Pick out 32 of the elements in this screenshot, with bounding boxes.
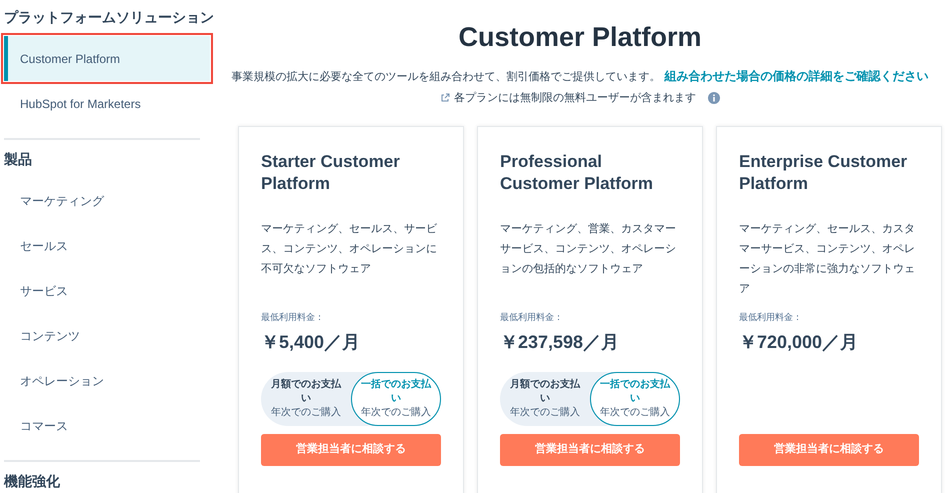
price-label: 最低利用料金： xyxy=(261,311,325,324)
sidebar-heading: 製品 xyxy=(4,150,33,168)
plan-name: Enterprise Customer Platform xyxy=(739,151,908,195)
sidebar-item[interactable]: セールス xyxy=(4,223,210,268)
billing-option[interactable]: 一括でのお支払い 年次でのご購入 xyxy=(351,372,441,426)
pricing-details-link[interactable]: 組み合わせた場合の価格の詳細をご確認ください xyxy=(664,67,928,85)
plan-price: ￥237,598／月 xyxy=(500,330,620,354)
plan-name: Starter Customer Platform xyxy=(261,151,401,195)
plan-price: ￥720,000／月 xyxy=(739,330,860,354)
sidebar-item[interactable]: マーケティング xyxy=(4,178,210,223)
sidebar-item[interactable]: Customer Platform xyxy=(4,36,210,81)
price-label: 最低利用料金： xyxy=(500,311,564,324)
note-text: 各プランには無制限の無料ユーザーが含まれます xyxy=(454,90,696,106)
sidebar-heading: 機能強化 xyxy=(4,472,61,490)
sidebar-item[interactable]: コマース xyxy=(4,403,210,448)
billing-option[interactable]: 一括でのお支払い 年次でのご購入 xyxy=(590,372,680,426)
plan-price: ￥5,400／月 xyxy=(261,330,362,354)
sidebar-item[interactable]: HubSpot for Marketers xyxy=(4,81,210,126)
page-title: Customer Platform xyxy=(458,24,702,51)
plan-description: マーケティング、セールス、サービス、コンテンツ、オペレーションに不可欠なソフトウェア xyxy=(261,222,438,277)
external-link-icon xyxy=(440,92,450,103)
sidebar-item[interactable]: コンテンツ xyxy=(4,313,210,358)
billing-option[interactable]: 月額でのお支払い 年次でのご購入 xyxy=(500,372,590,426)
sidebar-item[interactable]: サービス xyxy=(4,268,210,313)
sidebar-item[interactable]: オペレーション xyxy=(4,358,210,403)
intro-text: 事業規模の拡大に必要な全てのツールを組み合わせて、割引価格でご提供しています。 xyxy=(232,70,660,85)
plan-description: マーケティング、営業、カスタマーサービス、コンテンツ、オペレーションの包括的なソフトウェア xyxy=(500,222,677,277)
info-icon xyxy=(708,92,720,104)
plan-name: Professional Customer Platform xyxy=(500,151,654,195)
billing-option[interactable]: 月額でのお支払い 年次でのご購入 xyxy=(261,372,351,426)
plan-description: マーケティング、セールス、カスタマーサービス、コンテンツ、オペレーションの非常に強力なソフトウェア xyxy=(739,222,916,297)
price-label: 最低利用料金： xyxy=(739,311,803,324)
